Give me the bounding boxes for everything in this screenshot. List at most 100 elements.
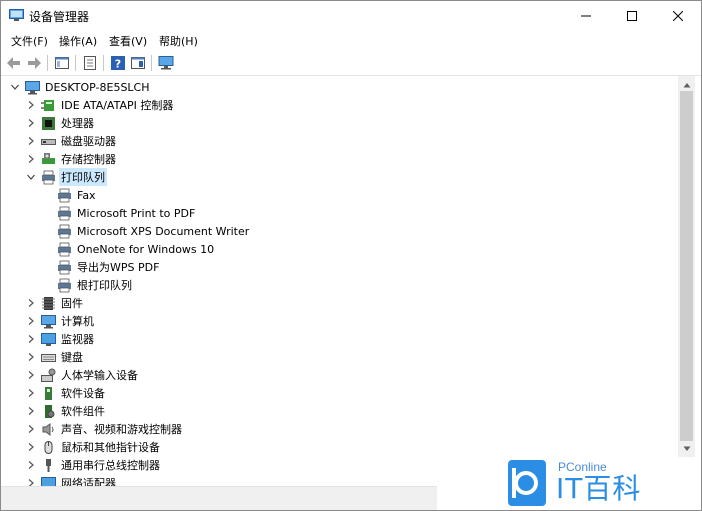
menu-action[interactable]: 操作(A) <box>57 33 99 49</box>
menu-file[interactable]: 文件(F) <box>9 33 50 49</box>
window-title: 设备管理器 <box>29 10 90 24</box>
tree-item-sound[interactable]: 声音、视频和游戏控制器 <box>25 420 184 438</box>
printer-icon <box>56 205 72 221</box>
title-bar[interactable]: 设备管理器 <box>1 1 701 31</box>
chevron-right-icon[interactable] <box>25 369 37 381</box>
menu-view[interactable]: 查看(V) <box>107 33 149 49</box>
scrollbar-thumb[interactable] <box>680 91 693 441</box>
tree-item-firmware[interactable]: 固件 <box>25 294 85 312</box>
chevron-right-icon[interactable] <box>25 297 37 309</box>
tree-item-hid[interactable]: 人体学输入设备 <box>25 366 140 384</box>
scroll-up-icon[interactable] <box>681 79 692 90</box>
chevron-right-icon[interactable] <box>25 315 37 327</box>
device-tree: DESKTOP-8E5SLCH IDE ATA/ATAPI 控制器 处理器 磁盘… <box>1 76 677 486</box>
computer-icon <box>24 79 40 95</box>
tree-subitem-label: 导出为WPS PDF <box>77 261 160 274</box>
processor-icon <box>40 115 56 131</box>
tree-item-label: 网络适配器 <box>61 477 116 486</box>
vertical-scrollbar[interactable] <box>678 76 695 457</box>
chevron-right-icon[interactable] <box>25 333 37 345</box>
tree-subitem-label: Microsoft XPS Document Writer <box>77 224 250 238</box>
tree-root[interactable]: DESKTOP-8E5SLCH <box>9 78 152 96</box>
chevron-right-icon[interactable] <box>25 117 37 129</box>
tree-item-usb[interactable]: 通用串行总线控制器 <box>25 456 162 474</box>
chevron-right-icon[interactable] <box>25 423 37 435</box>
chevron-right-icon[interactable] <box>25 477 37 486</box>
show-hide-console-tree-icon[interactable] <box>53 54 71 72</box>
tree-item-label: 人体学输入设备 <box>61 369 138 382</box>
tree-item-computer[interactable]: 计算机 <box>25 312 96 330</box>
tree-item-processor[interactable]: 处理器 <box>25 114 96 132</box>
chevron-down-icon[interactable] <box>25 171 37 183</box>
chevron-right-icon[interactable] <box>25 135 37 147</box>
tree-item-mouse[interactable]: 鼠标和其他指针设备 <box>25 438 162 456</box>
tree-item-print-queue[interactable]: 打印队列 <box>25 168 107 186</box>
storage-controller-icon <box>40 151 56 167</box>
device-manager-icon <box>9 9 24 22</box>
speaker-icon <box>40 421 56 437</box>
tree-subitem-printer[interactable]: OneNote for Windows 10 <box>56 240 216 258</box>
chevron-down-icon[interactable] <box>9 81 21 93</box>
minimize-button[interactable] <box>563 1 609 31</box>
printer-icon <box>56 187 72 203</box>
printer-icon <box>56 277 72 293</box>
scan-hardware-icon[interactable] <box>157 54 175 72</box>
chevron-right-icon[interactable] <box>25 441 37 453</box>
chevron-right-icon[interactable] <box>25 405 37 417</box>
tree-item-ide-controller[interactable]: IDE ATA/ATAPI 控制器 <box>25 96 175 114</box>
tree-item-monitor[interactable]: 监视器 <box>25 330 96 348</box>
toolbar-separator <box>75 55 76 71</box>
firmware-icon <box>40 295 56 311</box>
chevron-right-icon[interactable] <box>25 99 37 111</box>
tree-subitem-printer[interactable]: 根打印队列 <box>56 276 134 294</box>
chevron-right-icon[interactable] <box>25 153 37 165</box>
chevron-right-icon[interactable] <box>25 351 37 363</box>
tree-subitem-printer[interactable]: Microsoft Print to PDF <box>56 204 197 222</box>
maximize-button[interactable] <box>609 1 655 31</box>
tree-item-label: 磁盘驱动器 <box>61 135 116 148</box>
action-pane-icon[interactable] <box>129 54 147 72</box>
tree-item-label: 鼠标和其他指针设备 <box>61 441 160 454</box>
tree-item-label: 键盘 <box>61 351 83 364</box>
printer-icon <box>40 169 56 185</box>
tree-item-software-device[interactable]: 软件设备 <box>25 384 107 402</box>
chevron-right-icon[interactable] <box>25 387 37 399</box>
printer-icon <box>56 259 72 275</box>
hid-icon <box>40 367 56 383</box>
tree-item-keyboard[interactable]: 键盘 <box>25 348 85 366</box>
back-arrow-icon[interactable] <box>5 54 23 72</box>
tree-subitem-label: Microsoft Print to PDF <box>77 206 196 220</box>
tree-subitem-printer[interactable]: Fax <box>56 186 98 204</box>
forward-arrow-icon[interactable] <box>25 54 43 72</box>
tree-item-network-adapter[interactable]: 网络适配器 <box>25 474 118 486</box>
watermark: PConline IT百科 <box>508 460 648 506</box>
software-device-icon <box>40 385 56 401</box>
tree-item-label: IDE ATA/ATAPI 控制器 <box>61 99 174 112</box>
chevron-right-icon[interactable] <box>25 459 37 471</box>
menu-help[interactable]: 帮助(H) <box>157 33 200 49</box>
tree-subitem-label: Fax <box>77 188 96 202</box>
tree-item-software-component[interactable]: 软件组件 <box>25 402 107 420</box>
tree-root-label: DESKTOP-8E5SLCH <box>45 80 150 94</box>
printer-icon <box>56 223 72 239</box>
help-icon[interactable]: ? <box>109 54 127 72</box>
tree-subitem-label: OneNote for Windows 10 <box>77 242 215 256</box>
device-manager-window: 设备管理器 文件(F) 操作(A) 查看(V) 帮助(H) ? DESKTOP-… <box>0 0 702 511</box>
properties-icon[interactable] <box>81 54 99 72</box>
tree-item-storage-controller[interactable]: 存储控制器 <box>25 150 118 168</box>
toolbar-separator <box>151 55 152 71</box>
toolbar-separator <box>47 55 48 71</box>
toolbar: ? <box>1 51 701 76</box>
toolbar-separator <box>103 55 104 71</box>
software-component-icon <box>40 403 56 419</box>
tree-subitem-printer[interactable]: 导出为WPS PDF <box>56 258 161 276</box>
tree-item-label: 处理器 <box>61 117 94 130</box>
tree-item-label: 软件组件 <box>61 405 105 418</box>
mouse-icon <box>40 439 56 455</box>
disk-drive-icon <box>40 133 56 149</box>
tree-item-label: 打印队列 <box>59 168 107 186</box>
scroll-down-icon[interactable] <box>681 443 692 454</box>
tree-item-disk-drive[interactable]: 磁盘驱动器 <box>25 132 118 150</box>
tree-subitem-printer[interactable]: Microsoft XPS Document Writer <box>56 222 251 240</box>
close-button[interactable] <box>655 1 701 31</box>
